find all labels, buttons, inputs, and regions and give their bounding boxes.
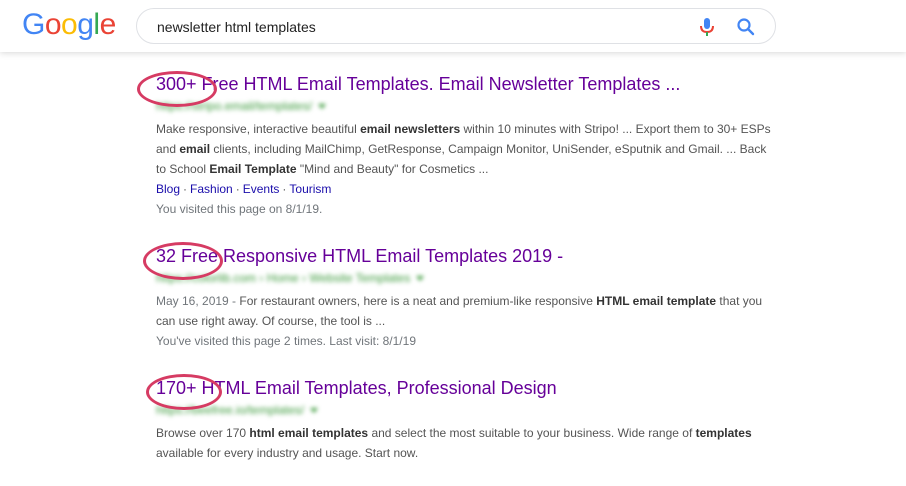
sitelink-blog[interactable]: Blog [156, 182, 180, 196]
snippet-bold-text: HTML email template [596, 294, 717, 308]
sitelink-separator: · [282, 182, 287, 196]
result-title-link[interactable]: 300+ Free HTML Email Templates. Email Ne… [156, 72, 776, 96]
microphone-icon[interactable] [697, 16, 717, 38]
logo-letter: o [61, 8, 78, 41]
logo-letter: G [22, 8, 45, 41]
snippet-bold-text: templates [695, 426, 752, 440]
snippet-text: available for every industry and usage. … [156, 446, 419, 460]
snippet-text: "Mind and Beauty" for Cosmetics ... [296, 162, 489, 176]
snippet-text: and select the most suitable to your bus… [368, 426, 696, 440]
magnifier-icon[interactable] [735, 16, 757, 38]
logo-letter: o [44, 8, 62, 41]
sitelink-events[interactable]: Events [243, 182, 280, 196]
logo-letter: g [77, 8, 94, 41]
visited-note: You've visited this page 2 times. Last v… [156, 334, 416, 348]
sitelink-separator: · [183, 182, 188, 196]
snippet-bold-text: Email Template [209, 162, 297, 176]
snippet-bold-text: email [179, 142, 211, 156]
search-result: 300+ Free HTML Email Templates. Email Ne… [156, 72, 776, 219]
snippet-bold-text: html email templates [249, 426, 369, 440]
visited-note: You visited this page on 8/1/19. [156, 202, 323, 216]
search-result: 32 Free Responsive HTML Email Templates … [156, 244, 776, 351]
result-date: May 16, 2019 - [156, 294, 240, 308]
dropdown-arrow-icon[interactable] [310, 408, 319, 414]
result-title-link[interactable]: 170+ HTML Email Templates, Professional … [156, 376, 776, 400]
dropdown-arrow-icon[interactable] [318, 104, 327, 110]
sitelink-separator: · [235, 182, 240, 196]
result-url[interactable]: https://stripo.email/templates/ [156, 99, 327, 117]
result-url[interactable]: https://beefree.io/templates/ [156, 403, 319, 421]
search-header: Google [0, 0, 906, 52]
search-input[interactable] [157, 17, 677, 37]
snippet-text: Browse over 170 [156, 426, 250, 440]
result-title-link[interactable]: 32 Free Responsive HTML Email Templates … [156, 244, 776, 268]
snippet-text: For restaurant owners, here is a neat an… [239, 294, 597, 308]
result-snippet: Browse over 170 html email templates and… [156, 423, 776, 463]
result-sitelinks: Blog · Fashion · Events · Tourism [156, 179, 776, 199]
google-logo[interactable]: Google [22, 8, 116, 42]
sitelink-tourism[interactable]: Tourism [289, 182, 331, 196]
snippet-bold-text: email newsletters [360, 122, 461, 136]
result-snippet: May 16, 2019 - For restaurant owners, he… [156, 291, 776, 331]
search-box[interactable] [136, 8, 776, 44]
dropdown-arrow-icon[interactable] [416, 276, 425, 282]
result-snippet: Make responsive, interactive beautiful e… [156, 119, 776, 179]
search-result: 170+ HTML Email Templates, Professional … [156, 376, 776, 463]
logo-letter: e [99, 8, 117, 41]
result-url[interactable]: https://colorlib.com › Home › Website Te… [156, 271, 425, 289]
snippet-text: Make responsive, interactive beautiful [156, 122, 361, 136]
sitelink-fashion[interactable]: Fashion [190, 182, 233, 196]
